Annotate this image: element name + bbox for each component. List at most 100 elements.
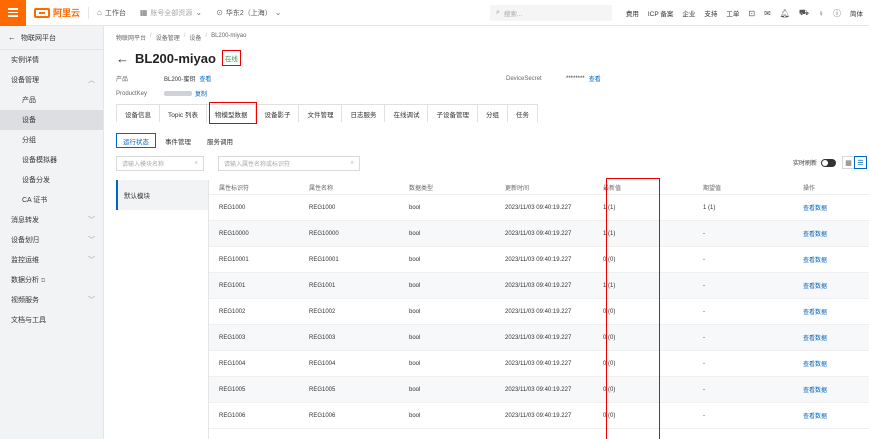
view-data-link[interactable]: 查看数据 [803, 411, 869, 420]
table-row: REG1005 REG1005 bool 2023/11/03 09:40:19.22… [209, 377, 869, 403]
region-selector[interactable]: ⊙ 华东2（上海） ⌄ [216, 8, 281, 18]
breadcrumb: 物联网平台 / 设备管理 / 设备 / BL200-miyao [116, 33, 246, 42]
table-cell: REG1006 [219, 412, 246, 419]
sidebar-item[interactable]: 设备模拟器 [0, 150, 103, 170]
sidebar-item[interactable]: CA 证书 [0, 190, 103, 210]
module-item-default[interactable]: 默认模块 [116, 180, 208, 210]
table-cell: REG1005 [309, 386, 336, 393]
column-header: 操作 [803, 185, 816, 192]
view-data-link[interactable]: 查看数据 [803, 359, 869, 368]
language-switch[interactable]: 简体 [850, 8, 863, 18]
table-cell: REG1000 [219, 204, 246, 211]
subtab[interactable]: 事件管理 [158, 133, 198, 148]
view-data-link[interactable]: 查看数据 [803, 333, 869, 342]
sidebar-item[interactable]: 设备管理 ︿ [0, 70, 103, 90]
sidebar-item-label: 产品 [22, 97, 36, 104]
view-data-link[interactable]: 查看数据 [803, 255, 869, 264]
breadcrumb-item[interactable]: 设备 [189, 33, 201, 42]
productkey-redacted [164, 91, 192, 96]
table-cell: REG1006 [309, 412, 336, 419]
subtab[interactable]: 运行状态 [116, 133, 156, 148]
table-cell: bool [409, 204, 421, 211]
tab[interactable]: 日志服务 [341, 104, 386, 122]
tab[interactable]: 任务 [506, 104, 538, 122]
column-header: 期望值 [703, 185, 722, 192]
table-cell: 0 (0) [603, 308, 616, 315]
table-cell: 2023/11/03 09:40:19.227 [505, 386, 572, 393]
logo-text: 阿里云 [53, 8, 81, 18]
table-cell: REG1003 [309, 334, 336, 341]
help-icon[interactable]: ⓘ [833, 8, 841, 19]
view-data-link[interactable]: 查看数据 [803, 385, 869, 394]
global-search-input[interactable]: ⌕ 搜索... [490, 5, 612, 21]
resource-group-selector[interactable]: ▦ 账号全部资源 ⌄ [140, 8, 202, 18]
module-search-placeholder: 请输入模块名称 [122, 162, 165, 168]
subtab[interactable]: 服务调用 [200, 133, 240, 148]
view-data-link[interactable]: 查看数据 [803, 307, 869, 316]
mail-icon[interactable]: ✉ [764, 9, 771, 18]
breadcrumb-item[interactable]: 物联网平台 [116, 33, 146, 42]
bell-icon[interactable]: 🔔︎ [780, 9, 790, 18]
sidebar-item[interactable]: 设备划归 ﹀ [0, 230, 103, 250]
table-cell: REG1001 [219, 282, 246, 289]
view-data-link[interactable]: 查看数据 [803, 281, 869, 290]
sidebar-item-label: 设备管理 [11, 77, 39, 84]
tab[interactable]: 物模型数据 [205, 104, 257, 122]
breadcrumb-item[interactable]: 设备管理 [156, 33, 180, 42]
tab[interactable]: 分组 [476, 104, 508, 122]
tab[interactable]: 在线调试 [384, 104, 429, 122]
hamburger-menu-icon[interactable] [0, 0, 26, 26]
nav-link-ticket[interactable]: 工单 [726, 8, 739, 18]
tab[interactable]: 文件管理 [298, 104, 343, 122]
product-meta: 产品 BL200-蜜钥 查看 [116, 74, 211, 83]
sidebar-item[interactable]: 文档与工具 [0, 310, 103, 330]
terminal-icon[interactable]: ⊡ [748, 9, 755, 18]
secret-meta: DeviceSecret ******** 查看 [506, 74, 601, 84]
back-arrow-icon[interactable]: ← [116, 51, 129, 66]
aliyun-logo[interactable]: 阿里云 [34, 6, 80, 19]
sidebar-item[interactable]: 数据分析 ⧉ [0, 270, 103, 290]
sidebar-back-link[interactable]: ← 物联网平台 [0, 26, 103, 50]
sidebar-item[interactable]: 分组 [0, 130, 103, 150]
tab[interactable]: 子设备管理 [427, 104, 478, 122]
nav-link-support[interactable]: 支持 [704, 8, 717, 18]
list-view-icon[interactable]: ☰ [854, 156, 867, 169]
nav-link-enterprise[interactable]: 企业 [682, 8, 695, 18]
realtime-refresh-toggle[interactable] [821, 158, 836, 167]
sidebar-item[interactable]: 监控运维 ﹀ [0, 250, 103, 270]
table-cell: 0 (0) [603, 256, 616, 263]
lightbulb-icon[interactable]: ♀ [818, 9, 824, 18]
tab[interactable]: Topic 列表 [159, 104, 207, 122]
sidebar-item-label: 文档与工具 [11, 317, 46, 324]
sidebar-item[interactable]: 视频服务 ﹀ [0, 290, 103, 310]
productkey-label: ProductKey [116, 90, 148, 97]
column-header: 数据类型 [409, 185, 434, 192]
productkey-copy-link[interactable]: 复制 [195, 89, 207, 98]
property-search-input[interactable]: 请输入属性名称或标识符 ⌕ [218, 156, 360, 171]
tab[interactable]: 设备信息 [116, 104, 160, 122]
view-data-link[interactable]: 查看数据 [803, 229, 869, 238]
table-cell: - [703, 360, 705, 367]
resource-group-label: 账号全部资源 [150, 9, 193, 17]
table-cell: 0 (0) [603, 386, 616, 393]
table-cell: bool [409, 256, 421, 263]
sidebar-item[interactable]: 设备分发 [0, 170, 103, 190]
secret-view-link[interactable]: 查看 [589, 74, 601, 83]
module-search-input[interactable]: 请输入模块名称 ⌕ [116, 156, 204, 171]
view-data-link[interactable]: 查看数据 [803, 203, 869, 212]
table-row: REG1000 REG1000 bool 2023/11/03 09:40:19.22… [209, 195, 869, 221]
table-cell: - [703, 412, 705, 419]
workbench-link[interactable]: ⌂ 工作台 [97, 8, 126, 18]
table-cell: REG1003 [219, 334, 246, 341]
cart-icon[interactable]: ⛟ [799, 8, 809, 18]
nav-link-billing[interactable]: 费用 [626, 8, 639, 18]
sidebar-item[interactable]: 消息转发 ﹀ [0, 210, 103, 230]
table-cell: 1 (1) [603, 230, 616, 237]
column-header: 最新值 [603, 185, 622, 192]
product-view-link[interactable]: 查看 [199, 74, 211, 83]
nav-link-icp[interactable]: ICP 备案 [648, 8, 674, 18]
sidebar-item[interactable]: 设备 [0, 110, 103, 130]
sidebar-item[interactable]: 实例详情 [0, 50, 103, 70]
tab[interactable]: 设备影子 [255, 104, 300, 122]
sidebar-item[interactable]: 产品 [0, 90, 103, 110]
